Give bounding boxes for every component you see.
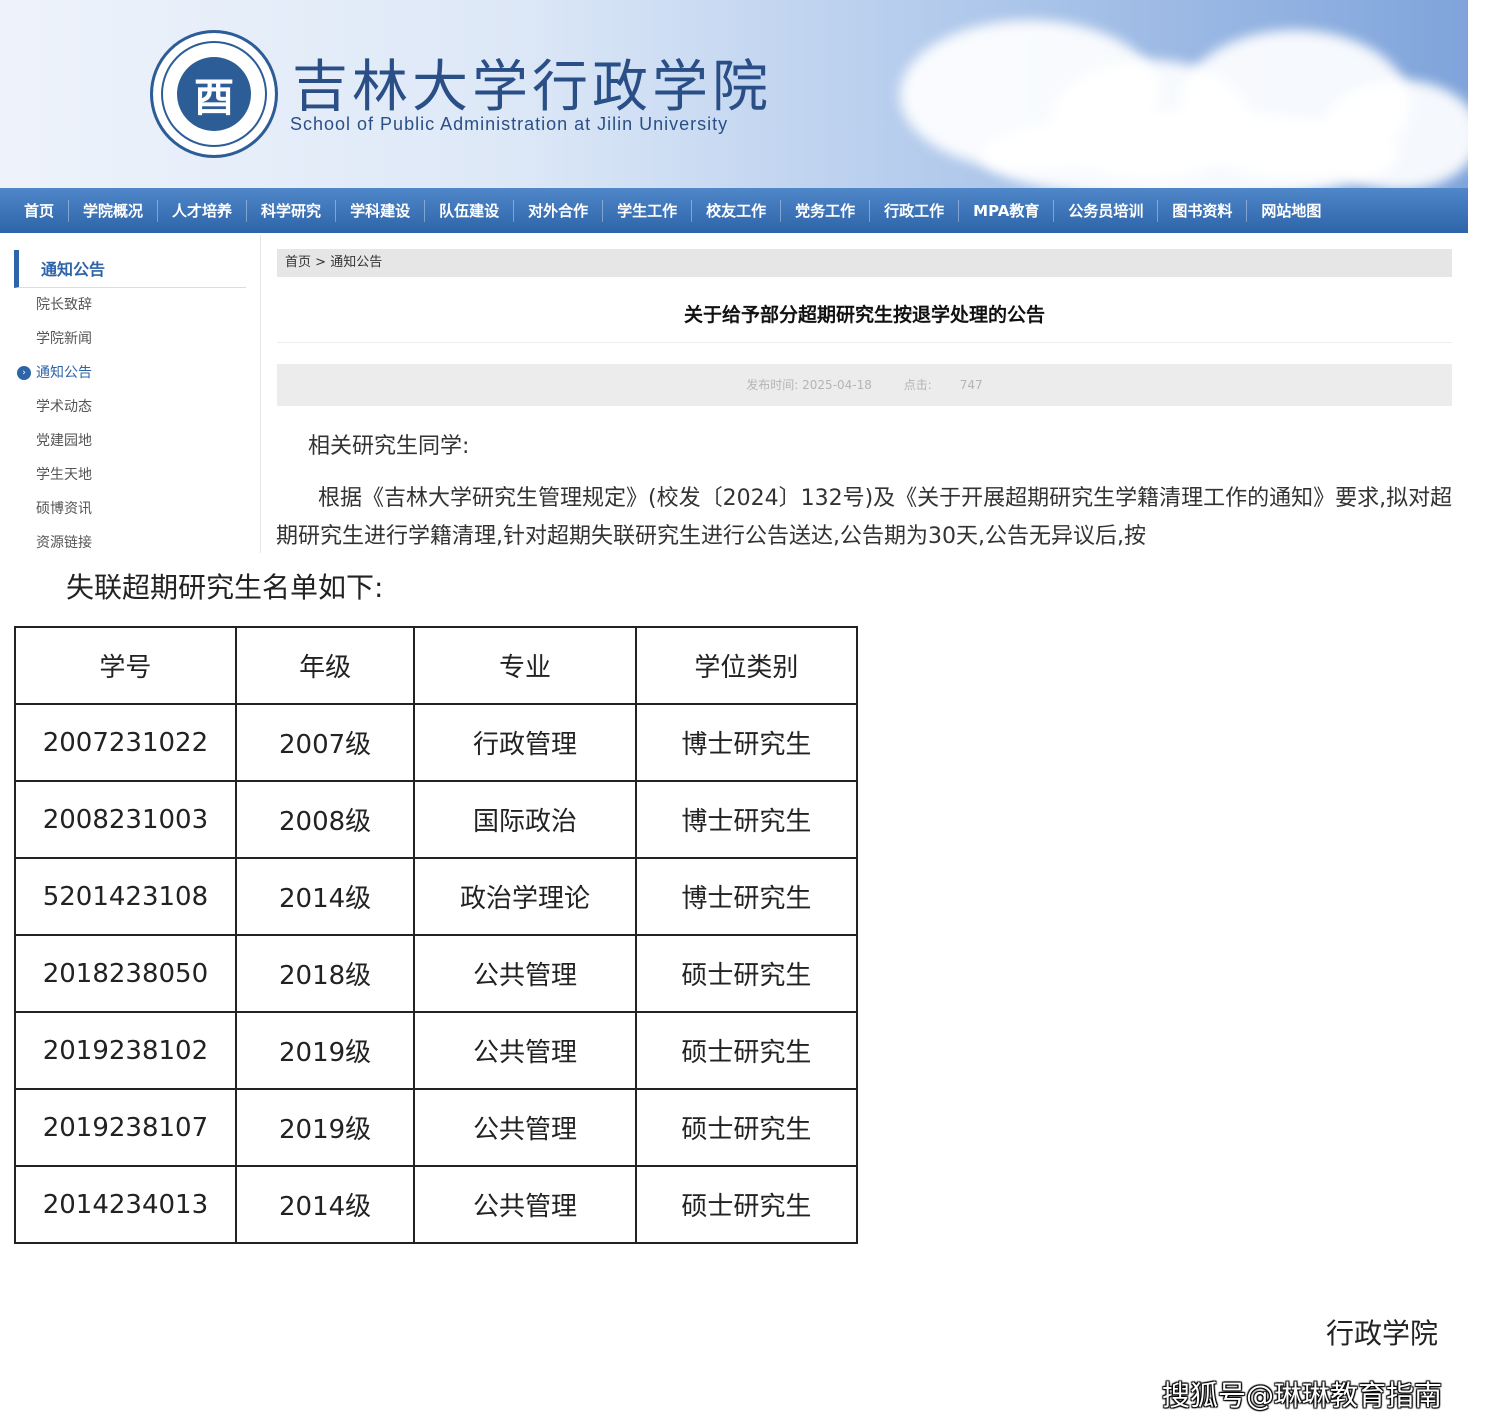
sidebar-item-label: 院长致辞 <box>36 297 92 313</box>
cell-degree-type: 硕士研究生 <box>634 1011 859 1090</box>
cell-major: 国际政治 <box>413 780 637 859</box>
main-nav: 首页 学院概况 人才培养 科学研究 学科建设 队伍建设 对外合作 学生工作 校友… <box>0 188 1468 233</box>
site-title-en: School of Public Administration at Jilin… <box>290 114 729 134</box>
article-meta: 发布时间: 2025-04-18 点击: 747 <box>277 364 1452 406</box>
table-header-row: 学号 年级 专业 学位类别 <box>14 626 859 705</box>
breadcrumb-separator: > <box>315 255 327 270</box>
sidebar-item-label: 党建园地 <box>36 433 92 449</box>
cell-grade: 2008级 <box>234 780 416 859</box>
cell-grade: 2018级 <box>234 934 416 1013</box>
cell-grade: 2019级 <box>234 1011 416 1090</box>
university-seal-logo[interactable]: 酉 <box>150 30 278 158</box>
site-title-cn: 吉林大学行政学院 <box>292 55 772 120</box>
nav-item-administration[interactable]: 行政工作 <box>870 199 960 222</box>
cell-major: 公共管理 <box>413 1165 637 1244</box>
cell-student-id: 2007231022 <box>14 703 237 782</box>
article-title: 关于给予部分超期研究生按退学处理的公告 <box>683 304 1045 326</box>
table-row: 2008231003 2008级 国际政治 博士研究生 <box>14 780 859 859</box>
cell-student-id: 2019238107 <box>14 1088 237 1167</box>
view-count: 747 <box>959 378 983 392</box>
cell-student-id: 2008231003 <box>14 780 237 859</box>
column-header-student-id: 学号 <box>14 626 237 705</box>
cell-degree-type: 硕士研究生 <box>634 1088 859 1167</box>
sidebar-item-label: 学术动态 <box>36 399 92 415</box>
student-roster-table: 学号 年级 专业 学位类别 2007231022 2007级 行政管理 博士研究… <box>14 626 859 1244</box>
nav-item-mpa[interactable]: MPA教育 <box>959 199 1055 222</box>
sidebar-item-academic[interactable]: 学术动态 <box>14 390 246 424</box>
nav-item-education[interactable]: 人才培养 <box>158 199 248 222</box>
cell-grade: 2007级 <box>234 703 416 782</box>
column-header-degree-type: 学位类别 <box>634 626 859 705</box>
nav-item-civil-service[interactable]: 公务员培训 <box>1054 199 1159 222</box>
view-count-label: 点击: <box>903 378 932 392</box>
publish-date: 发布时间: 2025-04-18 <box>746 378 872 392</box>
divider <box>277 342 1452 343</box>
header-banner: 酉 吉林大学行政学院 School of Public Administrati… <box>0 0 1468 188</box>
cell-degree-type: 硕士研究生 <box>634 1165 859 1244</box>
sidebar-item-news[interactable]: 学院新闻 <box>14 322 246 356</box>
breadcrumb: 首页 > 通知公告 <box>277 249 1452 277</box>
source-watermark: 搜狐号@琳琳教育指南 <box>1162 1379 1443 1412</box>
nav-item-alumni[interactable]: 校友工作 <box>692 199 782 222</box>
sidebar-item-dean-message[interactable]: 院长致辞 <box>14 288 246 322</box>
table-row: 2014234013 2014级 公共管理 硕士研究生 <box>14 1165 859 1244</box>
table-row: 5201423108 2014级 政治学理论 博士研究生 <box>14 857 859 936</box>
sidebar-heading: 通知公告 <box>14 250 246 288</box>
table-row: 2018238050 2018级 公共管理 硕士研究生 <box>14 934 859 1013</box>
cell-student-id: 2019238102 <box>14 1011 237 1090</box>
sidebar-item-graduate-info[interactable]: 硕博资讯 <box>14 492 246 526</box>
table-row: 2007231022 2007级 行政管理 博士研究生 <box>14 703 859 782</box>
cell-grade: 2014级 <box>234 1165 416 1244</box>
sidebar-item-party-building[interactable]: 党建园地 <box>14 424 246 458</box>
table-row: 2019238107 2019级 公共管理 硕士研究生 <box>14 1088 859 1167</box>
cell-grade: 2019级 <box>234 1088 416 1167</box>
article-paragraph: 根据《吉林大学研究生管理规定》(校发〔2024〕132号)及《关于开展超期研究生… <box>276 486 1453 549</box>
cell-major: 公共管理 <box>413 1011 637 1090</box>
cell-major: 公共管理 <box>413 934 637 1013</box>
nav-item-party[interactable]: 党务工作 <box>781 199 871 222</box>
nav-item-international[interactable]: 对外合作 <box>514 199 604 222</box>
cell-degree-type: 硕士研究生 <box>634 934 859 1013</box>
table-row: 2019238102 2019级 公共管理 硕士研究生 <box>14 1011 859 1090</box>
article-greeting: 相关研究生同学: <box>308 434 470 459</box>
nav-item-disciplines[interactable]: 学科建设 <box>336 199 426 222</box>
sidebar-item-notices[interactable]: › 通知公告 <box>14 356 246 390</box>
sidebar-item-links[interactable]: 资源链接 <box>14 526 246 553</box>
sidebar-item-label: 学院新闻 <box>36 331 92 347</box>
cell-degree-type: 博士研究生 <box>634 703 859 782</box>
sidebar-item-student-world[interactable]: 学生天地 <box>14 458 246 492</box>
breadcrumb-current-link[interactable]: 通知公告 <box>330 255 382 270</box>
cell-degree-type: 博士研究生 <box>634 780 859 859</box>
issuer-signature: 行政学院 <box>1326 1317 1439 1350</box>
divider <box>260 235 261 553</box>
cell-major: 政治学理论 <box>413 857 637 936</box>
cell-student-id: 2018238050 <box>14 934 237 1013</box>
breadcrumb-home-link[interactable]: 首页 <box>285 255 311 270</box>
nav-item-research[interactable]: 科学研究 <box>247 199 337 222</box>
column-header-major: 专业 <box>413 626 637 705</box>
nav-item-library[interactable]: 图书资料 <box>1158 199 1248 222</box>
nav-item-students[interactable]: 学生工作 <box>603 199 693 222</box>
cell-student-id: 2014234013 <box>14 1165 237 1244</box>
sidebar: 通知公告 院长致辞 学院新闻 › 通知公告 学术动态 党建园地 学生天地 硕博资… <box>14 250 246 553</box>
sidebar-item-label: 学生天地 <box>36 467 92 483</box>
cell-grade: 2014级 <box>234 857 416 936</box>
chevron-right-icon: › <box>17 366 31 380</box>
sidebar-item-label: 硕博资讯 <box>36 501 92 517</box>
cell-major: 公共管理 <box>413 1088 637 1167</box>
list-heading: 失联超期研究生名单如下: <box>66 571 384 604</box>
nav-item-faculty[interactable]: 队伍建设 <box>425 199 515 222</box>
cell-student-id: 5201423108 <box>14 857 237 936</box>
sidebar-item-label: 资源链接 <box>36 535 92 551</box>
cell-major: 行政管理 <box>413 703 637 782</box>
nav-item-overview[interactable]: 学院概况 <box>69 199 159 222</box>
nav-item-home[interactable]: 首页 <box>10 199 70 222</box>
cell-degree-type: 博士研究生 <box>634 857 859 936</box>
sidebar-item-label: 通知公告 <box>36 365 92 381</box>
website-screenshot: 酉 吉林大学行政学院 School of Public Administrati… <box>0 0 1468 553</box>
nav-item-sitemap[interactable]: 网站地图 <box>1247 200 1335 222</box>
seal-glyph: 酉 <box>177 57 251 131</box>
column-header-grade: 年级 <box>234 626 416 705</box>
